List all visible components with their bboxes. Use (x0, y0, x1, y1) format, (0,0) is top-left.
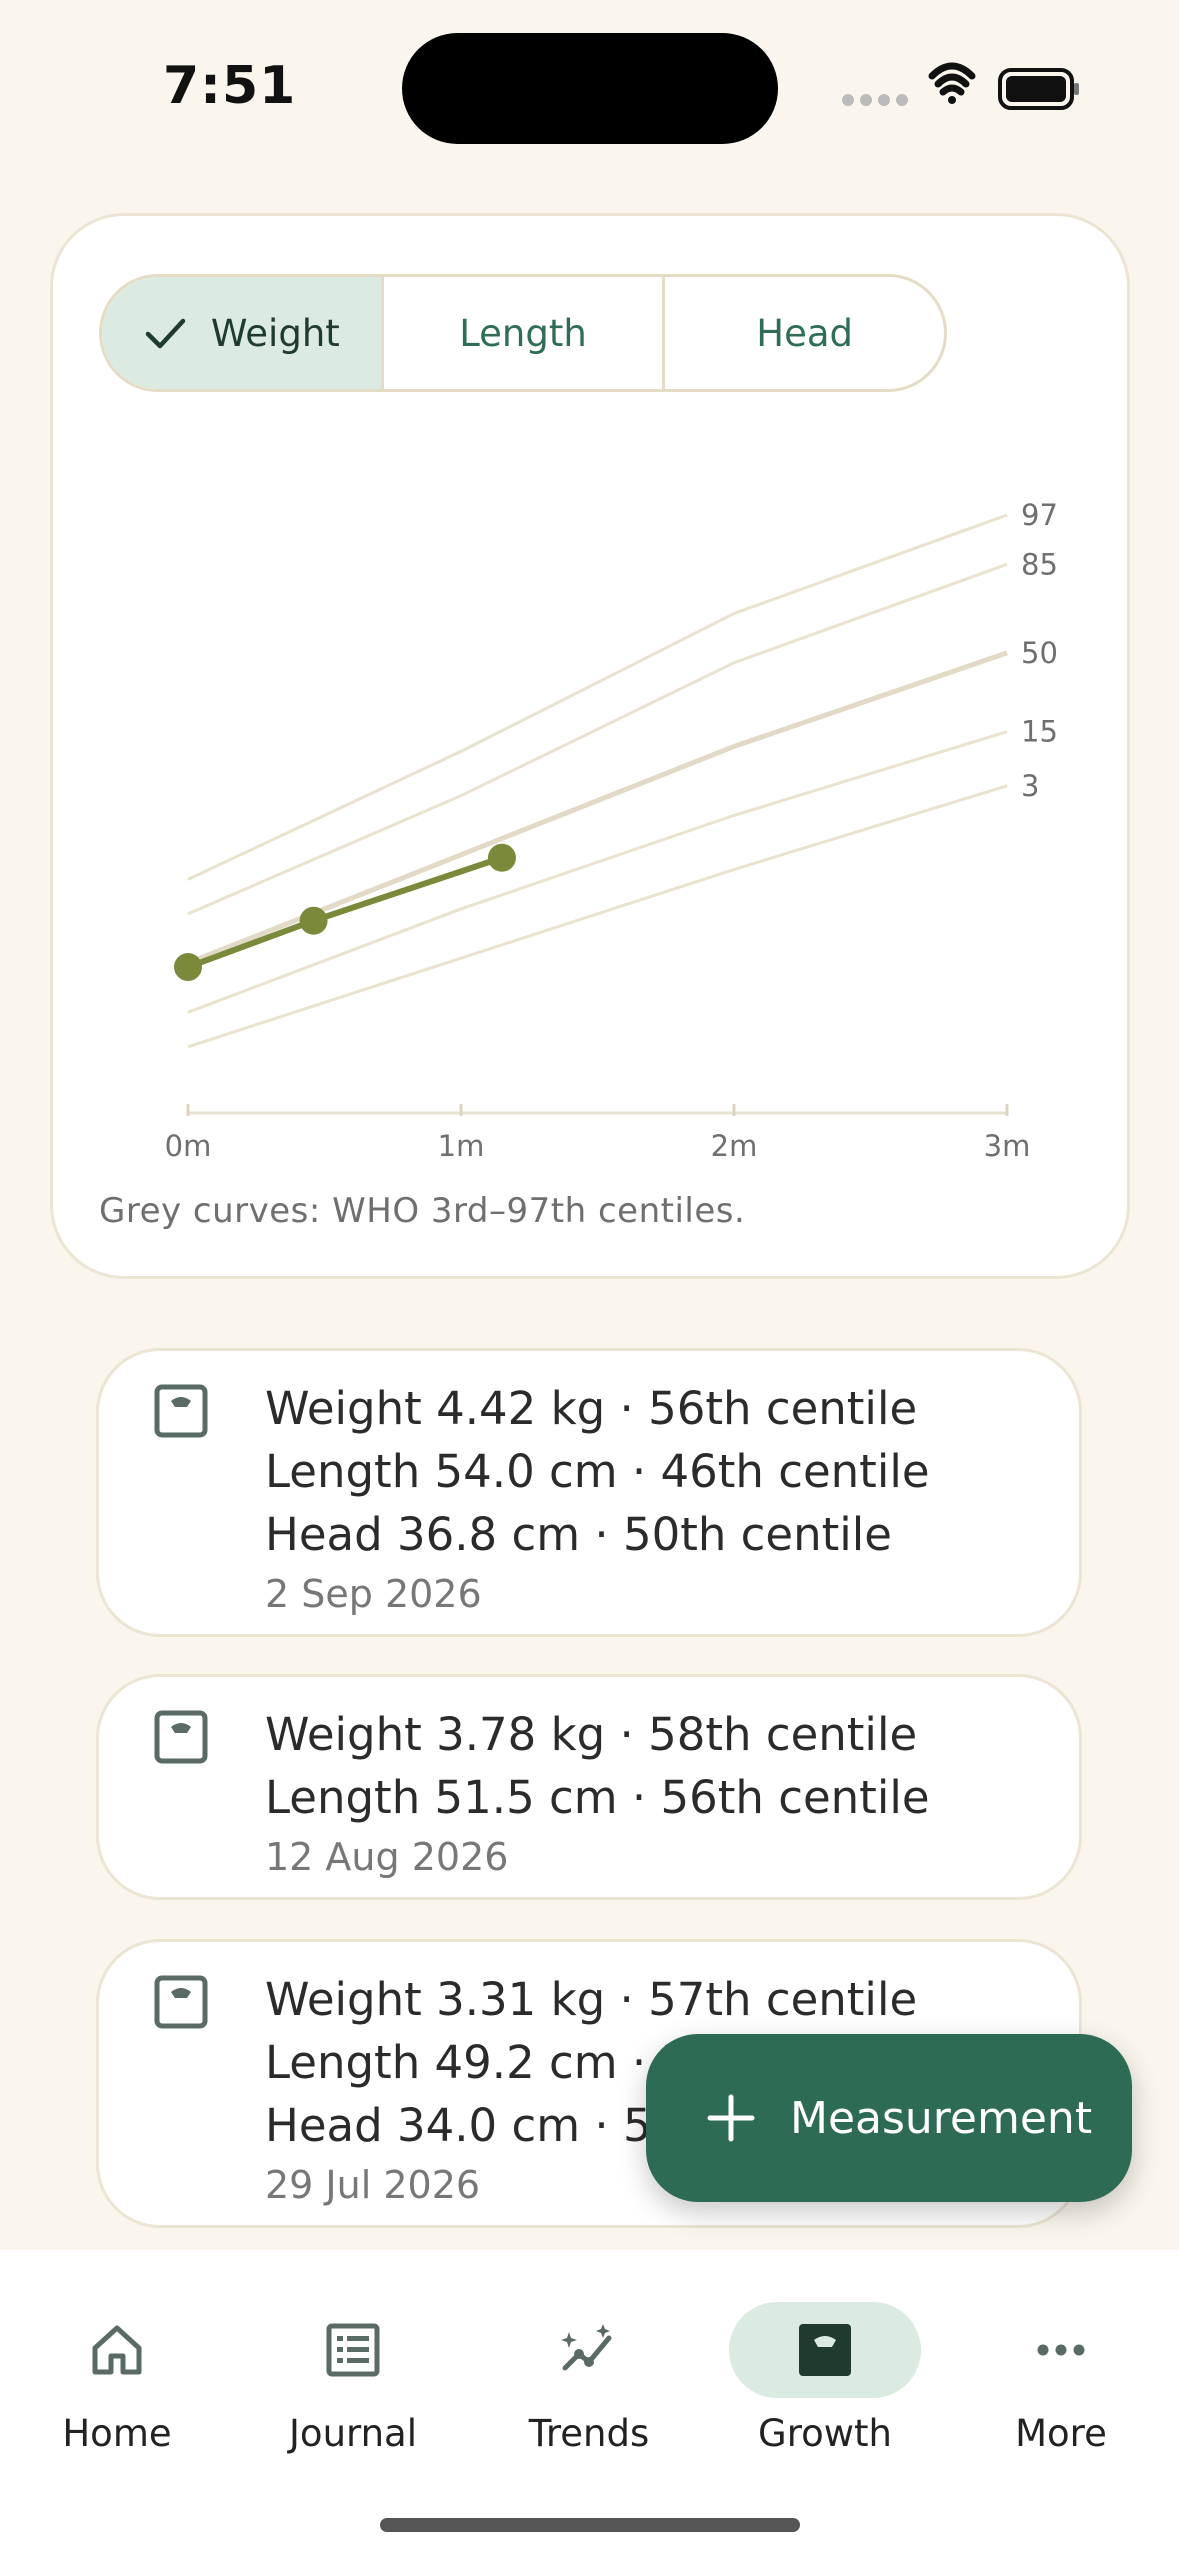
dynamic-island (402, 33, 778, 144)
nav-label-journal: Journal (289, 2412, 417, 2455)
x-tick-label: 3m (984, 1129, 1031, 1163)
nav-item-growth[interactable]: Growth (725, 2280, 925, 2480)
bottom-navigation: Home Journal Trends Growth More (0, 2250, 1179, 2556)
trends-icon (561, 2324, 612, 2371)
centile-label-50: 50 (1021, 636, 1058, 670)
entry-line: Length 51.5 cm · 56th centile (265, 1771, 930, 1824)
x-tick-label: 0m (165, 1129, 212, 1163)
centile-label-3: 3 (1021, 769, 1039, 803)
entry-line: Weight 4.42 kg · 56th centile (265, 1382, 918, 1435)
status-time: 7:51 (163, 56, 297, 116)
nav-label-home: Home (62, 2412, 172, 2455)
centile-curve-15 (187, 730, 1008, 1014)
x-tick-label: 2m (711, 1129, 758, 1163)
nav-item-home[interactable]: Home (17, 2280, 217, 2480)
home-icon (92, 2325, 142, 2375)
growth-screen: 7:51 Weight Length Head 0m 1m 2m 3m 97 8… (0, 0, 1179, 2556)
status-icons (842, 62, 1079, 110)
nav-label-more: More (1015, 2412, 1107, 2455)
entry-date: 12 Aug 2026 (265, 1835, 509, 1879)
growth-icon (799, 2324, 851, 2376)
measurement-point (174, 953, 202, 982)
nav-item-trends[interactable]: Trends (489, 2280, 689, 2480)
journal-icon (326, 2323, 380, 2377)
nav-item-journal[interactable]: Journal (253, 2280, 453, 2480)
wifi-icon (928, 62, 976, 104)
centile-label-15: 15 (1021, 715, 1058, 749)
cellular-dots-icon (842, 94, 908, 106)
growth-chart: 0m 1m 2m 3m 97 85 50 15 3 (165, 498, 1058, 1163)
more-icon (1037, 2344, 1085, 2356)
centile-label-97: 97 (1021, 498, 1058, 532)
nav-item-more[interactable]: More (961, 2280, 1161, 2480)
measurement-entry[interactable]: Weight 4.42 kg · 56th centile Length 54.… (96, 1348, 1082, 1637)
measurement-point (299, 906, 328, 935)
scale-icon (154, 1710, 208, 1764)
entry-line: Head 36.8 cm · 50th centile (265, 1508, 892, 1561)
entry-line: Length 54.0 cm · 46th centile (265, 1445, 930, 1498)
add-measurement-label: Measurement (790, 2092, 1093, 2144)
nav-label-trends: Trends (528, 2412, 650, 2455)
entry-line: Weight 3.78 kg · 58th centile (265, 1708, 918, 1761)
battery-icon (998, 68, 1079, 110)
scale-icon (154, 1384, 208, 1438)
centile-label-85: 85 (1021, 547, 1058, 581)
entry-date: 2 Sep 2026 (265, 1572, 482, 1616)
entry-line: Weight 3.31 kg · 57th centile (265, 1973, 918, 2026)
x-tick-label: 1m (438, 1129, 485, 1163)
measurement-entry[interactable]: Weight 3.78 kg · 58th centile Length 51.… (96, 1674, 1082, 1900)
nav-label-growth: Growth (758, 2412, 892, 2455)
home-indicator (380, 2518, 800, 2532)
growth-chart-card: Weight Length Head 0m 1m 2m 3m 97 85 50 15 3 Gre… (50, 213, 1130, 1279)
chart-caption: Grey curves: WHO 3rd–97th centiles. (99, 1191, 746, 1231)
add-measurement-button[interactable]: Measurement (646, 2034, 1132, 2202)
scale-icon (154, 1975, 208, 2029)
plus-icon (707, 2094, 755, 2142)
measurement-point (487, 843, 516, 872)
